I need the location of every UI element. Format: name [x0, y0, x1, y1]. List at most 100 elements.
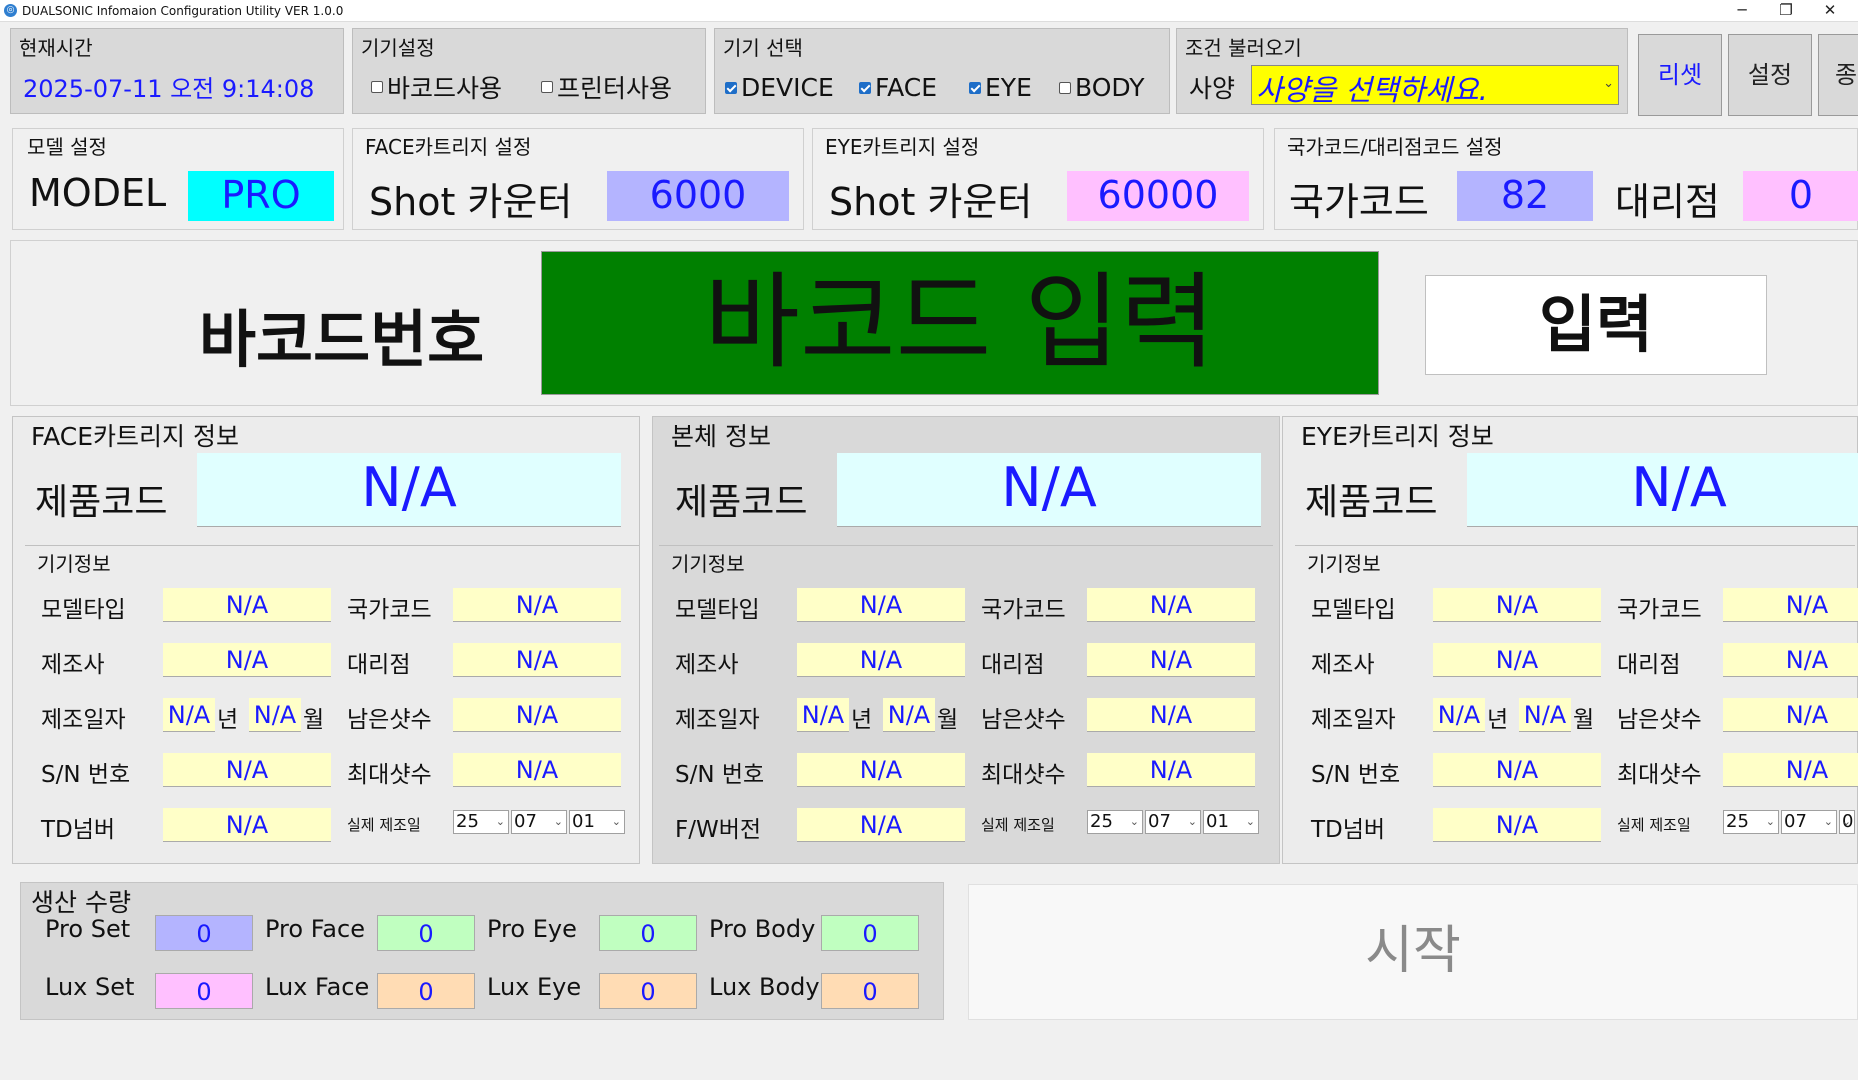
actual-manufacture-date-label: 실제 제조일 [347, 816, 421, 834]
agency-code-field[interactable]: 0 [1743, 171, 1858, 221]
agency-label: 대리점 [347, 652, 411, 678]
max-shots-field: N/A [1723, 753, 1858, 787]
model-type-field: N/A [1433, 588, 1601, 622]
barcode-number-label: 바코드번호 [199, 303, 485, 376]
face-cartridge-info-title: FACE카트리지 정보 [31, 422, 239, 451]
remaining-shots-label: 남은샷수 [1617, 707, 1702, 733]
barcode-enter-button[interactable]: 입력 [1425, 275, 1767, 375]
device-checkbox[interactable]: DEVICE [725, 73, 834, 102]
barcode-use-checkbox[interactable]: 바코드사용 [371, 69, 502, 105]
production-quantity-group: 생산 수량 Pro Set 0 Pro Face 0 Pro Eye 0 Pro… [20, 882, 944, 1020]
manufacturer-field: N/A [163, 643, 331, 677]
country-code-label: 국가코드 [347, 597, 432, 623]
model-name-label: MODEL [29, 171, 167, 215]
manufacture-date-label: 제조일자 [675, 707, 760, 733]
chevron-down-icon: ⌄ [495, 815, 505, 828]
setup-button[interactable]: 설정 [1728, 34, 1812, 116]
actual-month-select[interactable]: 07 ⌄ [511, 810, 567, 834]
country-code-field: N/A [453, 588, 621, 622]
actual-day-select[interactable]: 01⌄ [1203, 810, 1259, 834]
face-shot-counter-field[interactable]: 6000 [607, 171, 789, 221]
spec-label: 사양 [1189, 74, 1236, 103]
maximize-button[interactable]: ❐ [1764, 0, 1808, 22]
eye-cartridge-settings-label: EYE카트리지 설정 [825, 135, 980, 159]
checkbox-box[interactable] [969, 81, 981, 94]
manufacture-date-label: 제조일자 [41, 707, 126, 733]
lux-set-count: 0 [155, 973, 253, 1009]
eye-checkbox[interactable]: EYE [969, 73, 1032, 102]
manufacture-year-field: N/A [1433, 698, 1485, 732]
pro-face-count: 0 [377, 915, 475, 951]
model-type-field: N/A [797, 588, 965, 622]
manufacture-year-field: N/A [163, 698, 215, 732]
app-icon: ◎ [4, 4, 17, 17]
checkbox-box[interactable] [541, 81, 553, 93]
actual-year-value: 25 [1726, 811, 1749, 832]
remaining-shots-field: N/A [1723, 698, 1858, 732]
start-button[interactable]: 시작 [968, 884, 1858, 1020]
lux-set-label: Lux Set [45, 973, 135, 1001]
face-label: FACE [875, 73, 937, 102]
chevron-down-icon: ⌄ [611, 815, 621, 828]
actual-year-select[interactable]: 25 ⌄ [453, 810, 509, 834]
device-info-group: 기기정보 모델타입 N/A 국가코드 N/A 제조사 N/A 대리점 N/A 제… [659, 545, 1273, 857]
checkbox-box[interactable] [859, 81, 871, 94]
barcode-input-field[interactable]: 바코드 입력 [541, 251, 1379, 395]
actual-month-value: 07 [514, 811, 537, 832]
checkbox-box[interactable] [725, 81, 737, 94]
eye-shot-counter-field[interactable]: 60000 [1067, 171, 1249, 221]
pro-eye-label: Pro Eye [487, 915, 577, 943]
actual-year-value: 25 [1090, 811, 1113, 832]
country-code-field[interactable]: 82 [1457, 171, 1593, 221]
body-info-panel: 본체 정보 제품코드 N/A 기기정보 모델타입 N/A 국가코드 N/A 제조… [652, 416, 1280, 864]
agency-field: N/A [1723, 643, 1858, 677]
barcode-use-label: 바코드사용 [387, 74, 503, 103]
agency-label: 대리점 [1615, 180, 1720, 224]
printer-use-checkbox[interactable]: 프린터사용 [541, 69, 672, 105]
country-agency-settings-label: 국가코드/대리점코드 설정 [1287, 135, 1503, 159]
pro-body-label: Pro Body [709, 915, 816, 943]
device-select-group: 기기 선택 DEVICE FACE EYE BODY [714, 28, 1170, 114]
lux-eye-label: Lux Eye [487, 973, 582, 1001]
month-unit-label: 월 [937, 707, 959, 733]
checkbox-box[interactable] [371, 81, 383, 93]
model-settings-label: 모델 설정 [27, 135, 107, 159]
product-code-label: 제품코드 [35, 482, 168, 523]
year-unit-label: 년 [217, 707, 239, 733]
window-title: DUALSONIC Infomaion Configuration Utilit… [22, 4, 344, 18]
year-unit-label: 년 [851, 707, 873, 733]
month-unit-label: 월 [303, 707, 325, 733]
country-code-label: 국가코드 [1289, 180, 1429, 224]
pro-body-count: 0 [821, 915, 919, 951]
td-number-field: N/A [1433, 808, 1601, 842]
chevron-down-icon: ⌄ [1245, 815, 1255, 828]
actual-year-select[interactable]: 25 ⌄ [1087, 810, 1143, 834]
chevron-down-icon: ⌄ [1187, 815, 1197, 828]
country-code-field: N/A [1087, 588, 1255, 622]
actual-month-select[interactable]: 07 ⌄ [1145, 810, 1201, 834]
barcode-section: 바코드번호 바코드 입력 입력 [10, 240, 1858, 406]
current-time-group: 현재시간 2025-07-11 오전 9:14:08 [10, 28, 344, 114]
agency-field: N/A [1087, 643, 1255, 677]
lux-body-label: Lux Body [709, 973, 820, 1001]
actual-day-select[interactable]: 01⌄ [1839, 810, 1855, 834]
actual-year-select[interactable]: 25 ⌄ [1723, 810, 1779, 834]
actual-day-select[interactable]: 01⌄ [569, 810, 625, 834]
condition-load-label: 조건 불러오기 [1185, 36, 1302, 60]
firmware-version-field: N/A [797, 808, 965, 842]
spec-select[interactable]: 사양을 선택하세요. ⌄ [1251, 65, 1619, 107]
remaining-shots-field: N/A [1087, 698, 1255, 732]
exit-button[interactable]: 종 [1818, 34, 1858, 116]
actual-month-value: 07 [1784, 811, 1807, 832]
reset-button[interactable]: 리셋 [1638, 34, 1722, 116]
chevron-down-icon: ⌄ [1841, 815, 1851, 828]
minimize-button[interactable]: ─ [1720, 0, 1764, 22]
close-button[interactable]: ✕ [1808, 0, 1852, 22]
body-checkbox[interactable]: BODY [1059, 73, 1145, 102]
face-checkbox[interactable]: FACE [859, 73, 937, 102]
model-value-field[interactable]: PRO [188, 171, 334, 221]
actual-month-select[interactable]: 07 ⌄ [1781, 810, 1837, 834]
checkbox-box[interactable] [1059, 81, 1071, 94]
spec-select-value: 사양을 선택하세요. [1256, 73, 1488, 107]
pro-eye-count: 0 [599, 915, 697, 951]
